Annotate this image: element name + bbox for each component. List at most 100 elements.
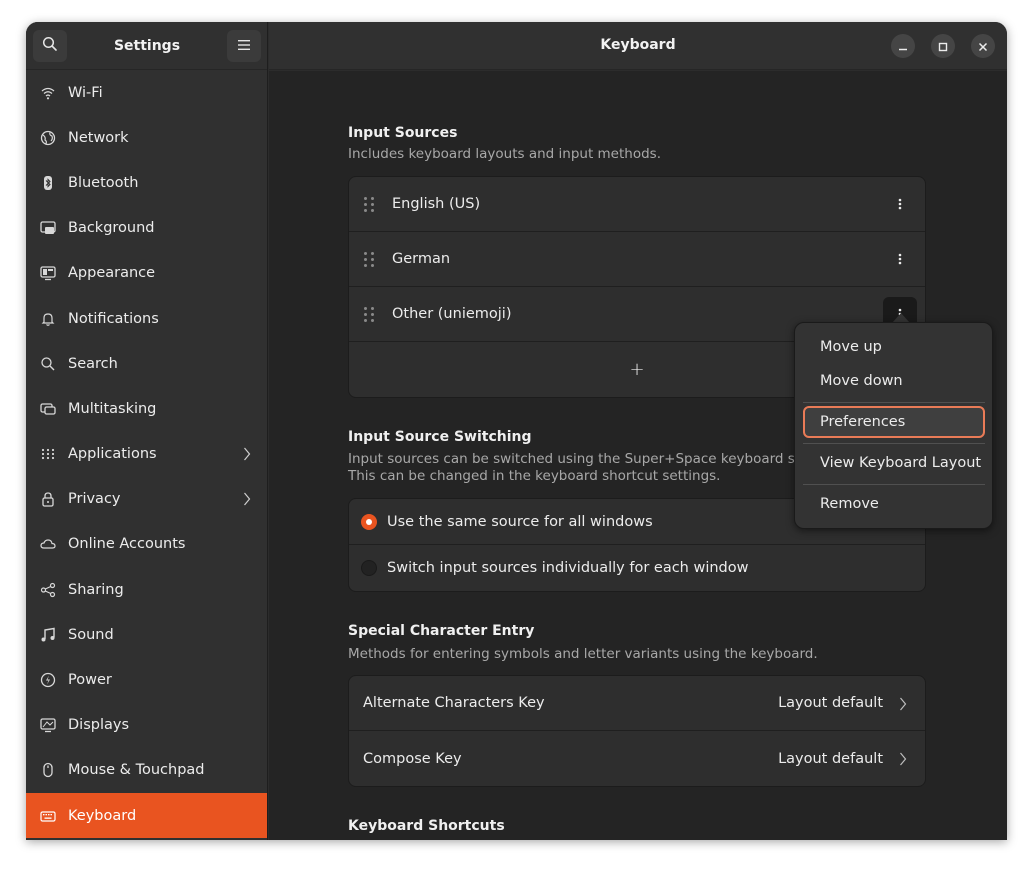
menu-separator — [803, 484, 985, 485]
sidebar-item-multitasking[interactable]: Multitasking — [26, 386, 267, 431]
sidebar-item-appearance[interactable]: Appearance — [26, 251, 267, 296]
sidebar-item-search[interactable]: Search — [26, 341, 267, 386]
share-icon — [40, 582, 56, 598]
search-button[interactable] — [33, 29, 67, 62]
sidebar-item-online-accounts[interactable]: Online Accounts — [26, 522, 267, 567]
sidebar-item-power[interactable]: Power — [26, 657, 267, 702]
cloud-icon — [40, 536, 56, 552]
menu-separator — [803, 402, 985, 403]
switching-title: Input Source Switching — [348, 429, 532, 445]
row-menu-button[interactable] — [883, 242, 917, 276]
drag-handle-icon[interactable] — [364, 196, 378, 212]
minimize-icon — [898, 37, 908, 56]
music-note-icon — [40, 627, 56, 643]
sidebar-item-label: Displays — [68, 717, 130, 734]
background-icon — [40, 220, 56, 236]
menu-item-preferences[interactable]: Preferences — [803, 406, 985, 438]
sidebar-item-label: Appearance — [68, 265, 156, 282]
minimize-button[interactable] — [891, 34, 915, 58]
row-menu-button[interactable] — [883, 187, 917, 221]
maximize-button[interactable] — [931, 34, 955, 58]
display-icon — [40, 717, 56, 733]
sidebar-item-label: Notifications — [68, 310, 159, 327]
chevron-right-icon — [243, 446, 251, 465]
sidebar-item-label: Search — [68, 355, 118, 372]
close-icon — [978, 37, 988, 56]
input-sources-subtitle: Includes keyboard layouts and input meth… — [348, 146, 661, 162]
close-button[interactable] — [971, 34, 995, 58]
menu-item-remove[interactable]: Remove — [803, 488, 985, 520]
chevron-right-icon — [899, 696, 907, 715]
drag-handle-icon[interactable] — [364, 306, 378, 322]
sidebar-item-label: Bluetooth — [68, 174, 139, 191]
radio-label: Use the same source for all windows — [387, 513, 653, 530]
sidebar-item-background[interactable]: Background — [26, 206, 267, 251]
sidebar-item-privacy[interactable]: Privacy — [26, 477, 267, 522]
special-subtitle: Methods for entering symbols and letter … — [348, 646, 818, 662]
sidebar-item-sound[interactable]: Sound — [26, 612, 267, 657]
row-label: Alternate Characters Key — [363, 695, 545, 711]
sidebar-item-label: Keyboard — [68, 807, 137, 824]
input-source-label: Other (uniemoji) — [392, 306, 512, 322]
radio-button[interactable] — [361, 560, 377, 576]
row-value: Layout default — [778, 750, 883, 767]
sidebar-item-notifications[interactable]: Notifications — [26, 296, 267, 341]
sidebar-item-bluetooth[interactable]: Bluetooth — [26, 160, 267, 205]
hamburger-icon — [237, 36, 251, 55]
maximize-icon — [938, 37, 948, 56]
input-source-row[interactable]: English (US) — [349, 177, 925, 232]
lock-icon — [40, 491, 56, 507]
special-character-list: Alternate Characters Key Layout default … — [348, 675, 926, 787]
search-icon — [42, 36, 58, 56]
menu-item-move-down[interactable]: Move down — [803, 365, 985, 397]
input-source-row[interactable]: German — [349, 232, 925, 287]
add-icon: + — [629, 359, 645, 380]
sidebar-item-label: Multitasking — [68, 400, 157, 417]
special-title: Special Character Entry — [348, 623, 535, 639]
globe-icon — [40, 130, 56, 146]
switching-subtitle-1: Input sources can be switched using the … — [348, 451, 812, 467]
sidebar-item-label: Wi-Fi — [68, 84, 103, 101]
power-icon — [40, 672, 56, 688]
sidebar-item-sharing[interactable]: Sharing — [26, 567, 267, 612]
kebab-icon — [898, 253, 902, 265]
sidebar-item-keyboard[interactable]: Keyboard — [26, 793, 267, 839]
wifi-icon — [40, 85, 56, 101]
input-source-popover-menu: Move up Move down Preferences View Keybo… — [794, 322, 993, 529]
sidebar-item-mouse-touchpad[interactable]: Mouse & Touchpad — [26, 748, 267, 793]
header-bar: Keyboard — [269, 22, 1007, 70]
radio-button-selected[interactable] — [361, 513, 377, 530]
switching-subtitle-2: This can be changed in the keyboard shor… — [348, 468, 721, 484]
sidebar-item-label: Power — [68, 672, 112, 689]
radio-label: Switch input sources individually for ea… — [387, 560, 749, 576]
menu-item-view-keyboard-layout[interactable]: View Keyboard Layout — [803, 447, 985, 479]
sidebar-item-label: Network — [68, 129, 129, 146]
row-value: Layout default — [778, 695, 883, 711]
sidebar-item-label: Sound — [68, 626, 114, 643]
sidebar-item-label: Applications — [68, 446, 157, 463]
sidebar-item-label: Online Accounts — [68, 536, 186, 553]
keyboard-shortcuts-title: Keyboard Shortcuts — [348, 818, 505, 834]
sidebar-title: Settings — [113, 37, 181, 54]
chevron-right-icon — [899, 751, 907, 770]
mouse-icon — [40, 762, 56, 778]
sidebar-item-wifi[interactable]: Wi-Fi — [26, 70, 267, 115]
row-label: Compose Key — [363, 750, 462, 767]
chevron-right-icon — [243, 491, 251, 510]
apps-grid-icon — [40, 446, 56, 462]
menu-separator — [803, 443, 985, 444]
sidebar-item-label: Mouse & Touchpad — [68, 762, 205, 779]
radio-option-per-window[interactable]: Switch input sources individually for ea… — [349, 545, 925, 591]
sidebar-item-applications[interactable]: Applications — [26, 432, 267, 477]
menu-item-move-up[interactable]: Move up — [803, 331, 985, 363]
sidebar-item-network[interactable]: Network — [26, 115, 267, 160]
main-menu-button[interactable] — [227, 29, 261, 62]
drag-handle-icon[interactable] — [364, 251, 378, 267]
compose-key-row[interactable]: Compose Key Layout default — [349, 731, 925, 786]
sidebar-item-displays[interactable]: Displays — [26, 703, 267, 748]
alternate-characters-key-row[interactable]: Alternate Characters Key Layout default — [349, 676, 925, 731]
input-source-label: German — [392, 251, 451, 267]
keyboard-icon — [40, 808, 56, 824]
sidebar: Settings Wi-Fi Network Bluetooth Backgro… — [26, 22, 268, 840]
search-icon — [40, 356, 56, 372]
